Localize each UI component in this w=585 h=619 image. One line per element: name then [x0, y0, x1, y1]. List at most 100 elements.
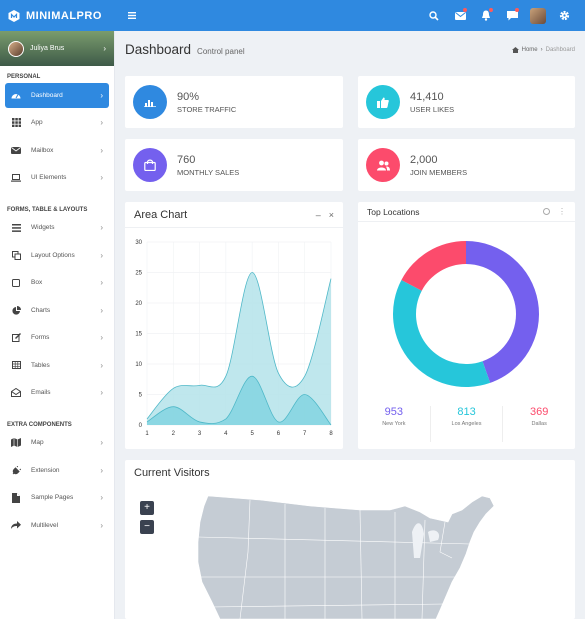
stat-value: 41,410 [410, 90, 444, 103]
location-value: 369 [530, 406, 549, 418]
notification-dot [463, 8, 467, 12]
card-title: Current Visitors [134, 467, 210, 479]
donut-slice-dallas[interactable] [401, 241, 466, 291]
sidebar-item-label: App [31, 119, 43, 126]
donut-slice-new-york[interactable] [466, 241, 539, 383]
location-label: Dallas [531, 421, 547, 427]
notification-dot [489, 8, 493, 12]
chevron-right-icon: › [103, 44, 106, 53]
search-button[interactable] [421, 0, 447, 31]
share-icon [11, 520, 21, 530]
settings-button[interactable] [551, 0, 577, 31]
sidebar-item-layout-options[interactable]: Layout Options › [5, 243, 109, 268]
stat-icon-circle [366, 85, 400, 119]
copy-icon [11, 250, 21, 260]
y-tick-label: 10 [135, 362, 142, 368]
mail-icon [454, 11, 466, 20]
sidebar-item-label: Dashboard [31, 91, 63, 99]
usa-map[interactable] [190, 492, 510, 619]
user-menu-button[interactable] [525, 0, 551, 31]
sidebar-item-label: Box [31, 279, 43, 286]
search-icon [429, 10, 439, 21]
breadcrumb-home[interactable]: Home [522, 47, 538, 53]
sidebar-item-emails[interactable]: Emails › [5, 380, 109, 405]
y-tick-label: 15 [135, 332, 142, 338]
sidebar-item-label: Map [31, 439, 44, 446]
breadcrumb: Home › Dashboard [511, 46, 575, 53]
page-title: Dashboard [125, 42, 192, 57]
stat-box-monthly-sales: 760 MONTHLY SALES [125, 139, 343, 191]
sidebar-item-extension[interactable]: Extension › [5, 458, 109, 483]
notifications-button[interactable] [473, 0, 499, 31]
y-tick-label: 0 [139, 423, 143, 429]
edit-icon [11, 333, 21, 343]
chat-icon [506, 10, 518, 20]
sidebar-item-charts[interactable]: Charts › [5, 298, 109, 323]
sidebar-item-label: Forms [31, 334, 50, 341]
sidebar-item-tables[interactable]: Tables › [5, 353, 109, 378]
menu-toggle-button[interactable] [119, 0, 145, 31]
x-tick-label: 4 [224, 431, 228, 437]
sidebar-item-label: UI Elements [31, 174, 67, 181]
location-label: Los Angeles [451, 421, 482, 427]
refresh-button[interactable] [543, 208, 550, 215]
page-subtitle: Control panel [197, 46, 245, 56]
chevron-right-icon: › [100, 360, 103, 370]
sidebar-item-box[interactable]: Box › [5, 270, 109, 295]
close-button[interactable]: × [329, 210, 334, 220]
sidebar-item-app[interactable]: App › [5, 110, 109, 135]
sidebar-item-widgets[interactable]: Widgets › [5, 215, 109, 240]
chat-button[interactable] [499, 0, 525, 31]
sidebar-item-multilevel[interactable]: Multilevel › [5, 513, 109, 538]
donut-slice-los-angeles[interactable] [393, 279, 491, 387]
x-tick-label: 1 [145, 431, 149, 437]
chevron-right-icon: › [100, 438, 103, 447]
zoom-out-button[interactable]: − [140, 520, 154, 534]
messages-button[interactable] [447, 0, 473, 31]
breadcrumb-current: Dashboard [545, 46, 575, 53]
y-tick-label: 5 [139, 393, 143, 399]
logo-icon [8, 9, 20, 22]
more-options-button[interactable]: ⋮ [558, 207, 566, 216]
sidebar-menu: PERSONAL Dashboard › App › Mailbox › UI Element… [0, 66, 114, 538]
y-tick-label: 25 [135, 271, 142, 277]
laptop-icon [11, 173, 21, 183]
sidebar-section-header: EXTRA COMPONENTS [7, 421, 72, 428]
thumbs-up-icon [377, 97, 389, 108]
stat-icon-circle [133, 148, 167, 182]
sidebar-item-dashboard[interactable]: Dashboard › [5, 82, 109, 108]
bar-chart-icon [144, 100, 156, 107]
avatar [530, 7, 546, 24]
zoom-in-button[interactable]: + [140, 501, 154, 515]
brand-name: MINIMALPRO [26, 9, 102, 22]
chevron-right-icon: › [100, 333, 103, 342]
location-value: 953 [384, 406, 404, 418]
current-visitors-card: Current Visitors + − [125, 460, 575, 619]
sidebar-item-map[interactable]: Map › [5, 430, 109, 455]
chevron-right-icon: › [100, 223, 103, 232]
minimize-button[interactable]: – [316, 210, 321, 220]
x-tick-label: 3 [198, 431, 202, 437]
sidebar-item-label: Tables [31, 361, 50, 369]
sidebar-item-ui-elements[interactable]: UI Elements › [5, 165, 109, 190]
brand-logo[interactable]: MINIMALPRO [0, 0, 115, 31]
location-label: New York [382, 421, 406, 427]
stat-icon-circle [133, 85, 167, 119]
sidebar-item-forms[interactable]: Forms › [5, 325, 109, 350]
sidebar-item-label: Extension [31, 466, 60, 474]
area-chart-card: Area Chart – × 0 5 10 15 20 25 30 1 2 3 4 5 6 7 8 [125, 202, 343, 449]
user-avatar [8, 40, 24, 57]
sidebar-item-mailbox[interactable]: Mailbox › [5, 138, 109, 163]
breadcrumb-separator: › [540, 46, 543, 53]
file-icon [11, 492, 21, 503]
mail-icon [11, 145, 21, 155]
user-panel[interactable]: Juliya Brus › [0, 31, 114, 66]
x-tick-label: 2 [172, 431, 176, 437]
sidebar-item-label: Emails [31, 389, 51, 396]
stat-box-user-likes: 41,410 USER LIKES [358, 76, 575, 128]
location-stat: 813 Los Angeles [429, 406, 504, 442]
sidebar-item-sample-pages[interactable]: Sample Pages › [5, 485, 109, 510]
chevron-right-icon: › [100, 388, 103, 397]
pie-icon [11, 305, 21, 315]
stat-label: STORE TRAFFIC [177, 104, 237, 114]
